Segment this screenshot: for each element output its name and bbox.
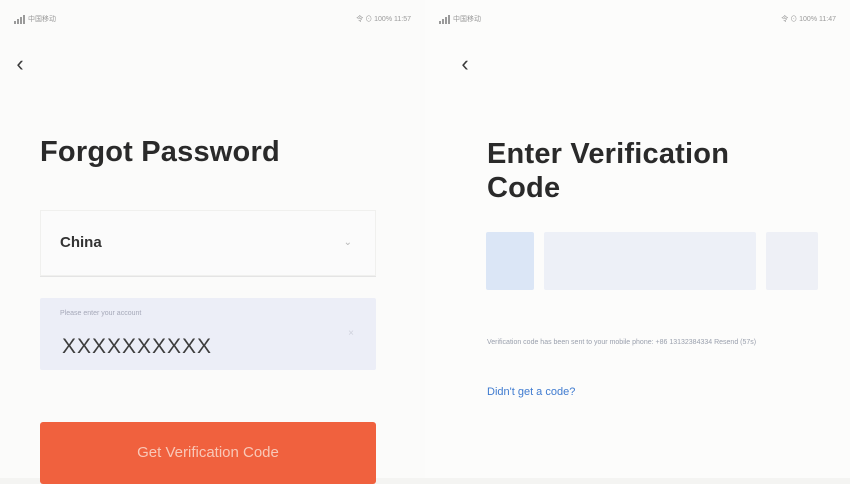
page-title: Enter Verification Code [487, 138, 730, 204]
back-button[interactable]: ‹ [10, 51, 30, 76]
signal-icon [14, 14, 25, 24]
verification-code-input[interactable] [486, 232, 818, 290]
back-button[interactable]: ‹ [455, 51, 475, 76]
page-title: Forgot Password [40, 136, 280, 168]
get-verification-code-button[interactable]: Get Verification Code [40, 422, 376, 484]
status-right: 令 ⊙ 100% 11:47 [781, 16, 836, 23]
chevron-down-icon: ⌄ [343, 237, 352, 248]
signal-icon [439, 14, 450, 24]
status-bar: 中国移动 令 ⊙ 100% 11:47 [439, 14, 836, 28]
close-icon[interactable]: × [348, 328, 354, 339]
account-placeholder: Please enter your account [60, 310, 142, 317]
chevron-left-icon: ‹ [461, 51, 469, 76]
status-left: 中国移动 [14, 14, 56, 24]
resend-code-link[interactable]: Didn't get a code? [487, 386, 575, 398]
chevron-left-icon: ‹ [16, 51, 24, 76]
forgot-password-screen: 中国移动 令 ⊙ 100% 11:57 ‹ Forgot Password Ch… [0, 0, 425, 484]
carrier-text: 中国移动 [28, 16, 56, 23]
code-digit-box[interactable] [486, 232, 534, 290]
status-left: 中国移动 [439, 14, 481, 24]
status-bar: 中国移动 令 ⊙ 100% 11:57 [14, 14, 411, 28]
code-digit-box[interactable] [544, 232, 756, 290]
account-value: XXXXXXXXXX [62, 335, 213, 358]
country-select[interactable]: China ⌄ [40, 210, 376, 277]
country-label: China [60, 234, 102, 251]
verification-message: Verification code has been sent to your … [487, 339, 757, 346]
code-digit-box[interactable] [766, 232, 818, 290]
status-right: 令 ⊙ 100% 11:57 [356, 16, 411, 23]
carrier-text: 中国移动 [453, 16, 481, 23]
account-input[interactable]: Please enter your account XXXXXXXXXX × [40, 298, 376, 370]
